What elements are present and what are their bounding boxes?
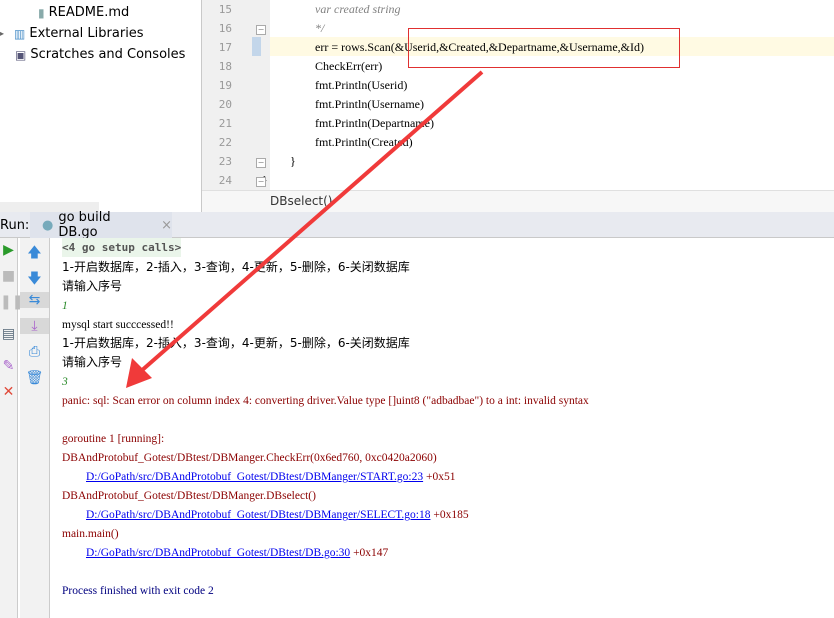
code-line[interactable]: */ (315, 21, 324, 36)
code-line[interactable]: var created string (315, 2, 401, 17)
console-line: 1-开启数据库，2-插入，3-查询，4-更新，5-删除，6-关闭数据库 (62, 336, 410, 350)
tab-go-build[interactable]: ● go build DB.go × (30, 210, 172, 240)
line-number: 24 (218, 174, 232, 187)
stack-location: D:/GoPath/src/DBAndProtobuf_Gotest/DBtes… (86, 547, 389, 559)
code-line[interactable]: fmt.Println(Created) (315, 135, 413, 150)
caret-marker (252, 37, 261, 56)
fold-icon[interactable]: − (256, 25, 266, 35)
pause-icon[interactable]: ❚❚ (0, 294, 23, 310)
user-input: 3 (62, 376, 68, 388)
console-line: mysql start succcessed!! (62, 319, 174, 331)
pin-icon[interactable]: ✎ (0, 358, 17, 374)
line-number: 20 (218, 98, 232, 111)
scratches-icon: ▣ (15, 47, 27, 62)
tree-item-scratches[interactable]: ▣ Scratches and Consoles (15, 47, 185, 62)
project-panel: ▮ README.md ▸ ▥ External Libraries ▣ Scratch… (0, 0, 202, 212)
stack-frame: DBAndProtobuf_Gotest/DBtest/DBManger.DBs… (62, 490, 316, 502)
trash-icon[interactable]: 🗑 (20, 370, 49, 386)
stop-icon[interactable]: ■ (0, 268, 17, 284)
code-line[interactable]: CheckErr(err) (315, 59, 382, 74)
close-tab-icon[interactable]: × (161, 218, 172, 233)
console-line: 请输入序号 (62, 279, 123, 293)
down-arrow-icon[interactable]: 🡇 (20, 268, 49, 292)
code-line[interactable]: fmt.Println(Userid) (315, 78, 407, 93)
stack-frame: DBAndProtobuf_Gotest/DBtest/DBManger.Che… (62, 452, 437, 464)
panic-message: panic: sql: Scan error on column index 4… (62, 395, 589, 407)
exit-message: Process finished with exit code 2 (62, 585, 214, 597)
line-number: 18 (218, 60, 232, 73)
console-line: 1-开启数据库，2-插入，3-查询，4-更新，5-删除，6-关闭数据库 (62, 260, 410, 274)
arrow-head (126, 358, 152, 388)
setup-calls-fold[interactable]: <4 go setup calls> (62, 238, 182, 257)
rerun-icon[interactable]: ▶ (0, 242, 17, 258)
line-number: 21 (218, 117, 232, 130)
source-link[interactable]: D:/GoPath/src/DBAndProtobuf_Gotest/DBtes… (86, 471, 423, 483)
stack-location: D:/GoPath/src/DBAndProtobuf_Gotest/DBtes… (86, 471, 456, 483)
run-label: Run: (0, 218, 30, 233)
line-number: 19 (218, 79, 232, 92)
code-line[interactable]: fmt.Println(Username) (315, 97, 424, 112)
line-number: 15 (218, 3, 232, 16)
tree-item-readme[interactable]: ▮ README.md (38, 5, 129, 20)
stack-location: D:/GoPath/src/DBAndProtobuf_Gotest/DBtes… (86, 509, 469, 521)
source-link[interactable]: D:/GoPath/src/DBAndProtobuf_Gotest/DBtes… (86, 509, 430, 521)
console-line: 请输入序号 (62, 355, 123, 369)
code-line[interactable]: fmt.Println(Departname) (315, 116, 434, 131)
up-arrow-icon[interactable]: 🡅 (20, 242, 49, 266)
file-icon: ▮ (38, 5, 45, 20)
soft-wrap-icon[interactable]: ⇆ (20, 292, 49, 308)
expand-arrow-icon[interactable]: ▸ (0, 29, 4, 38)
close-icon[interactable]: ✕ (0, 384, 17, 400)
code-line[interactable]: } (290, 154, 296, 169)
run-left-toolbar: ▶ ■ ❚❚ ▤ ✎ ✕ (0, 238, 23, 618)
line-number: 17 (218, 41, 232, 54)
fold-icon[interactable]: − (256, 177, 266, 187)
layout-icon[interactable]: ▤ (0, 326, 17, 342)
print-icon[interactable]: ⎙ (20, 344, 49, 360)
source-link[interactable]: D:/GoPath/src/DBAndProtobuf_Gotest/DBtes… (86, 547, 350, 559)
tree-item-external-libraries[interactable]: ▸ ▥ External Libraries (0, 26, 144, 41)
goroutine-line: goroutine 1 [running]: (62, 433, 165, 445)
stack-frame: main.main() (62, 528, 119, 540)
line-number: 16 (218, 22, 232, 35)
run-toolbar: Run: ● go build DB.go × (0, 210, 834, 240)
scroll-to-end-icon[interactable]: ⤓ (20, 318, 49, 334)
library-icon: ▥ (14, 26, 26, 41)
annotation-box (408, 28, 680, 68)
user-input: 1 (62, 300, 68, 312)
line-number: 23 (218, 155, 232, 168)
breadcrumb[interactable]: DBselect() (202, 190, 834, 212)
line-number: 22 (218, 136, 232, 149)
console-toolbar: 🡅 🡇 ⇆ ⤓ ⎙ 🗑 (20, 238, 50, 618)
fold-icon[interactable]: − (256, 158, 266, 168)
gopher-icon: ● (42, 217, 54, 233)
